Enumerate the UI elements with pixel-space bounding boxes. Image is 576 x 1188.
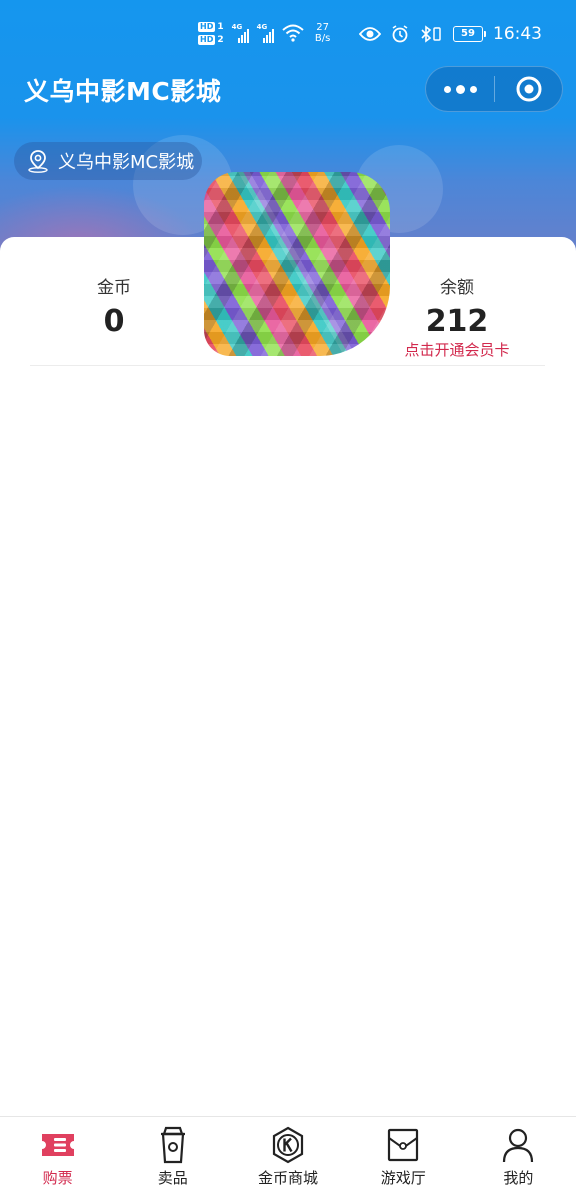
eye-icon <box>359 27 381 41</box>
balance-stat[interactable]: 余额 212 点击开通会员卡 <box>392 273 522 360</box>
coins-label: 金币 <box>97 278 131 298</box>
hd-sim-number: 2 <box>217 34 224 45</box>
coins-value: 0 <box>103 304 125 339</box>
hd-badge: HD <box>198 34 216 45</box>
account-card: 金币 0 余额 212 点击开通会员卡 <box>0 237 576 1117</box>
close-button[interactable] <box>495 67 562 111</box>
bottom-tab-bar: 购票 卖品 金币商城 游戏厅 我的 <box>0 1116 576 1188</box>
cinema-location-selector[interactable]: 义乌中影MC影城 <box>14 142 202 180</box>
network-cluster: HD 1 HD 2 4G 4G 27 B/s <box>198 16 334 50</box>
alarm-icon <box>392 25 408 43</box>
coins-stat[interactable]: 金币 0 <box>64 273 164 339</box>
signal-icon: 4G <box>232 23 249 43</box>
tab-label: 购票 <box>42 1169 73 1187</box>
system-icons: 59 16:43 <box>359 21 542 47</box>
battery-icon: 59 <box>453 26 486 42</box>
hd-sim-number: 1 <box>217 21 224 32</box>
cup-icon <box>160 1126 185 1164</box>
more-dots-icon <box>443 85 451 93</box>
avatar-redacted[interactable] <box>204 172 390 356</box>
net-speed: 27 B/s <box>314 22 331 44</box>
clock: 16:43 <box>493 24 542 44</box>
location-label: 义乌中影MC影城 <box>58 152 195 173</box>
tab-mine[interactable]: 我的 <box>461 1117 576 1188</box>
location-pin-icon <box>28 150 48 173</box>
tab-coin-store[interactable]: 金币商城 <box>230 1117 345 1188</box>
status-bar: HD 1 HD 2 4G 4G 27 B/s 59 16:43 <box>0 0 576 66</box>
hd-indicators: HD 1 HD 2 <box>198 21 224 45</box>
balance-value: 212 <box>425 304 489 339</box>
card-divider <box>30 365 545 366</box>
tab-buy-tickets[interactable]: 购票 <box>0 1117 115 1188</box>
tab-label: 金币商城 <box>258 1169 319 1187</box>
balance-label: 余额 <box>440 278 474 298</box>
coin-store-icon <box>272 1126 304 1164</box>
target-circle-icon <box>516 76 541 102</box>
open-member-card-link[interactable]: 点击开通会员卡 <box>392 339 522 360</box>
tab-label: 游戏厅 <box>380 1169 426 1187</box>
ticket-icon <box>41 1134 74 1156</box>
tab-arcade[interactable]: 游戏厅 <box>346 1117 461 1188</box>
tab-label: 我的 <box>503 1169 534 1187</box>
bluetooth-vibrate-icon <box>421 25 441 43</box>
user-icon <box>503 1128 534 1163</box>
mini-program-capsule <box>425 66 563 112</box>
game-box-icon <box>388 1128 419 1162</box>
page-title: 义乌中影MC影城 <box>24 77 222 106</box>
wifi-icon <box>281 24 304 42</box>
tab-snacks[interactable]: 卖品 <box>115 1117 230 1188</box>
more-button[interactable] <box>426 67 494 111</box>
hd-badge: HD <box>198 21 216 32</box>
signal-icon: 4G <box>257 23 274 43</box>
tab-label: 卖品 <box>157 1169 188 1187</box>
